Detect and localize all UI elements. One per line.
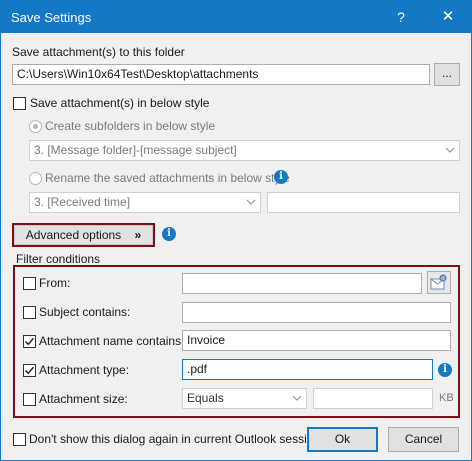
address-book-icon [430,274,447,290]
checkmark-icon [24,366,35,375]
save-style-checkbox[interactable] [13,97,26,110]
info-icon[interactable]: i [274,170,288,184]
rename-extra-input[interactable] [267,192,460,213]
attachment-type-label: Attachment type: [39,363,130,377]
save-style-label: Save attachment(s) in below style [30,96,210,110]
create-subfolders-radio[interactable] [29,120,42,133]
dont-show-checkbox[interactable] [13,433,26,446]
attachment-type-checkbox[interactable] [23,364,36,377]
folder-path-input[interactable]: C:\Users\Win10x64Test\Desktop\attachment… [12,64,430,85]
close-button[interactable]: ✕ [425,1,471,33]
filter-group-label: Filter conditions [16,252,101,266]
from-input[interactable] [182,273,422,294]
title-bar: Save Settings ? ✕ [1,1,471,33]
from-label: From: [39,276,71,290]
attachment-name-input[interactable]: Invoice [182,330,451,351]
rename-style-value: 3. [Received time] [34,195,131,209]
ok-button[interactable]: Ok [307,427,378,452]
info-icon[interactable]: i [438,363,452,377]
save-settings-dialog: Save Settings ? ✕ Save attachment(s) to … [0,0,472,461]
subject-label: Subject contains: [39,305,131,319]
from-checkbox[interactable] [23,277,36,290]
chevron-down-icon [445,147,455,153]
double-chevron-icon: » [134,228,142,242]
browse-button[interactable]: ... [434,63,460,86]
attachment-size-label: Attachment size: [39,392,128,406]
subject-input[interactable] [182,302,451,323]
size-unit-label: KB [439,392,454,404]
rename-attachments-label: Rename the saved attachments in below st… [45,171,290,185]
help-button[interactable]: ? [378,1,424,33]
window-title: Save Settings [11,10,92,25]
dont-show-label: Don't show this dialog again in current … [29,432,324,446]
info-icon[interactable]: i [162,227,176,241]
address-book-button[interactable] [427,271,451,294]
advanced-options-label: Advanced options [25,228,122,242]
size-operator-select[interactable]: Equals [182,388,307,409]
attachment-type-input[interactable]: .pdf [182,359,433,380]
attachment-name-label: Attachment name contains: [39,334,185,348]
attachment-size-checkbox[interactable] [23,393,36,406]
subfolder-style-value: 3. [Message folder]-[message subject] [34,143,237,157]
advanced-options-button[interactable]: Advanced options » [14,225,153,245]
checkmark-icon [24,337,35,346]
attachment-name-checkbox[interactable] [23,335,36,348]
chevron-down-icon [292,395,302,401]
size-operator-value: Equals [187,391,224,405]
cancel-button[interactable]: Cancel [388,427,459,452]
create-subfolders-label: Create subfolders in below style [45,119,216,133]
subfolder-style-select[interactable]: 3. [Message folder]-[message subject] [29,140,460,161]
subject-checkbox[interactable] [23,306,36,319]
folder-label: Save attachment(s) to this folder [12,45,185,59]
size-value-input[interactable] [313,388,433,409]
rename-attachments-radio[interactable] [29,172,42,185]
rename-style-select[interactable]: 3. [Received time] [29,192,261,213]
chevron-down-icon [246,199,256,205]
